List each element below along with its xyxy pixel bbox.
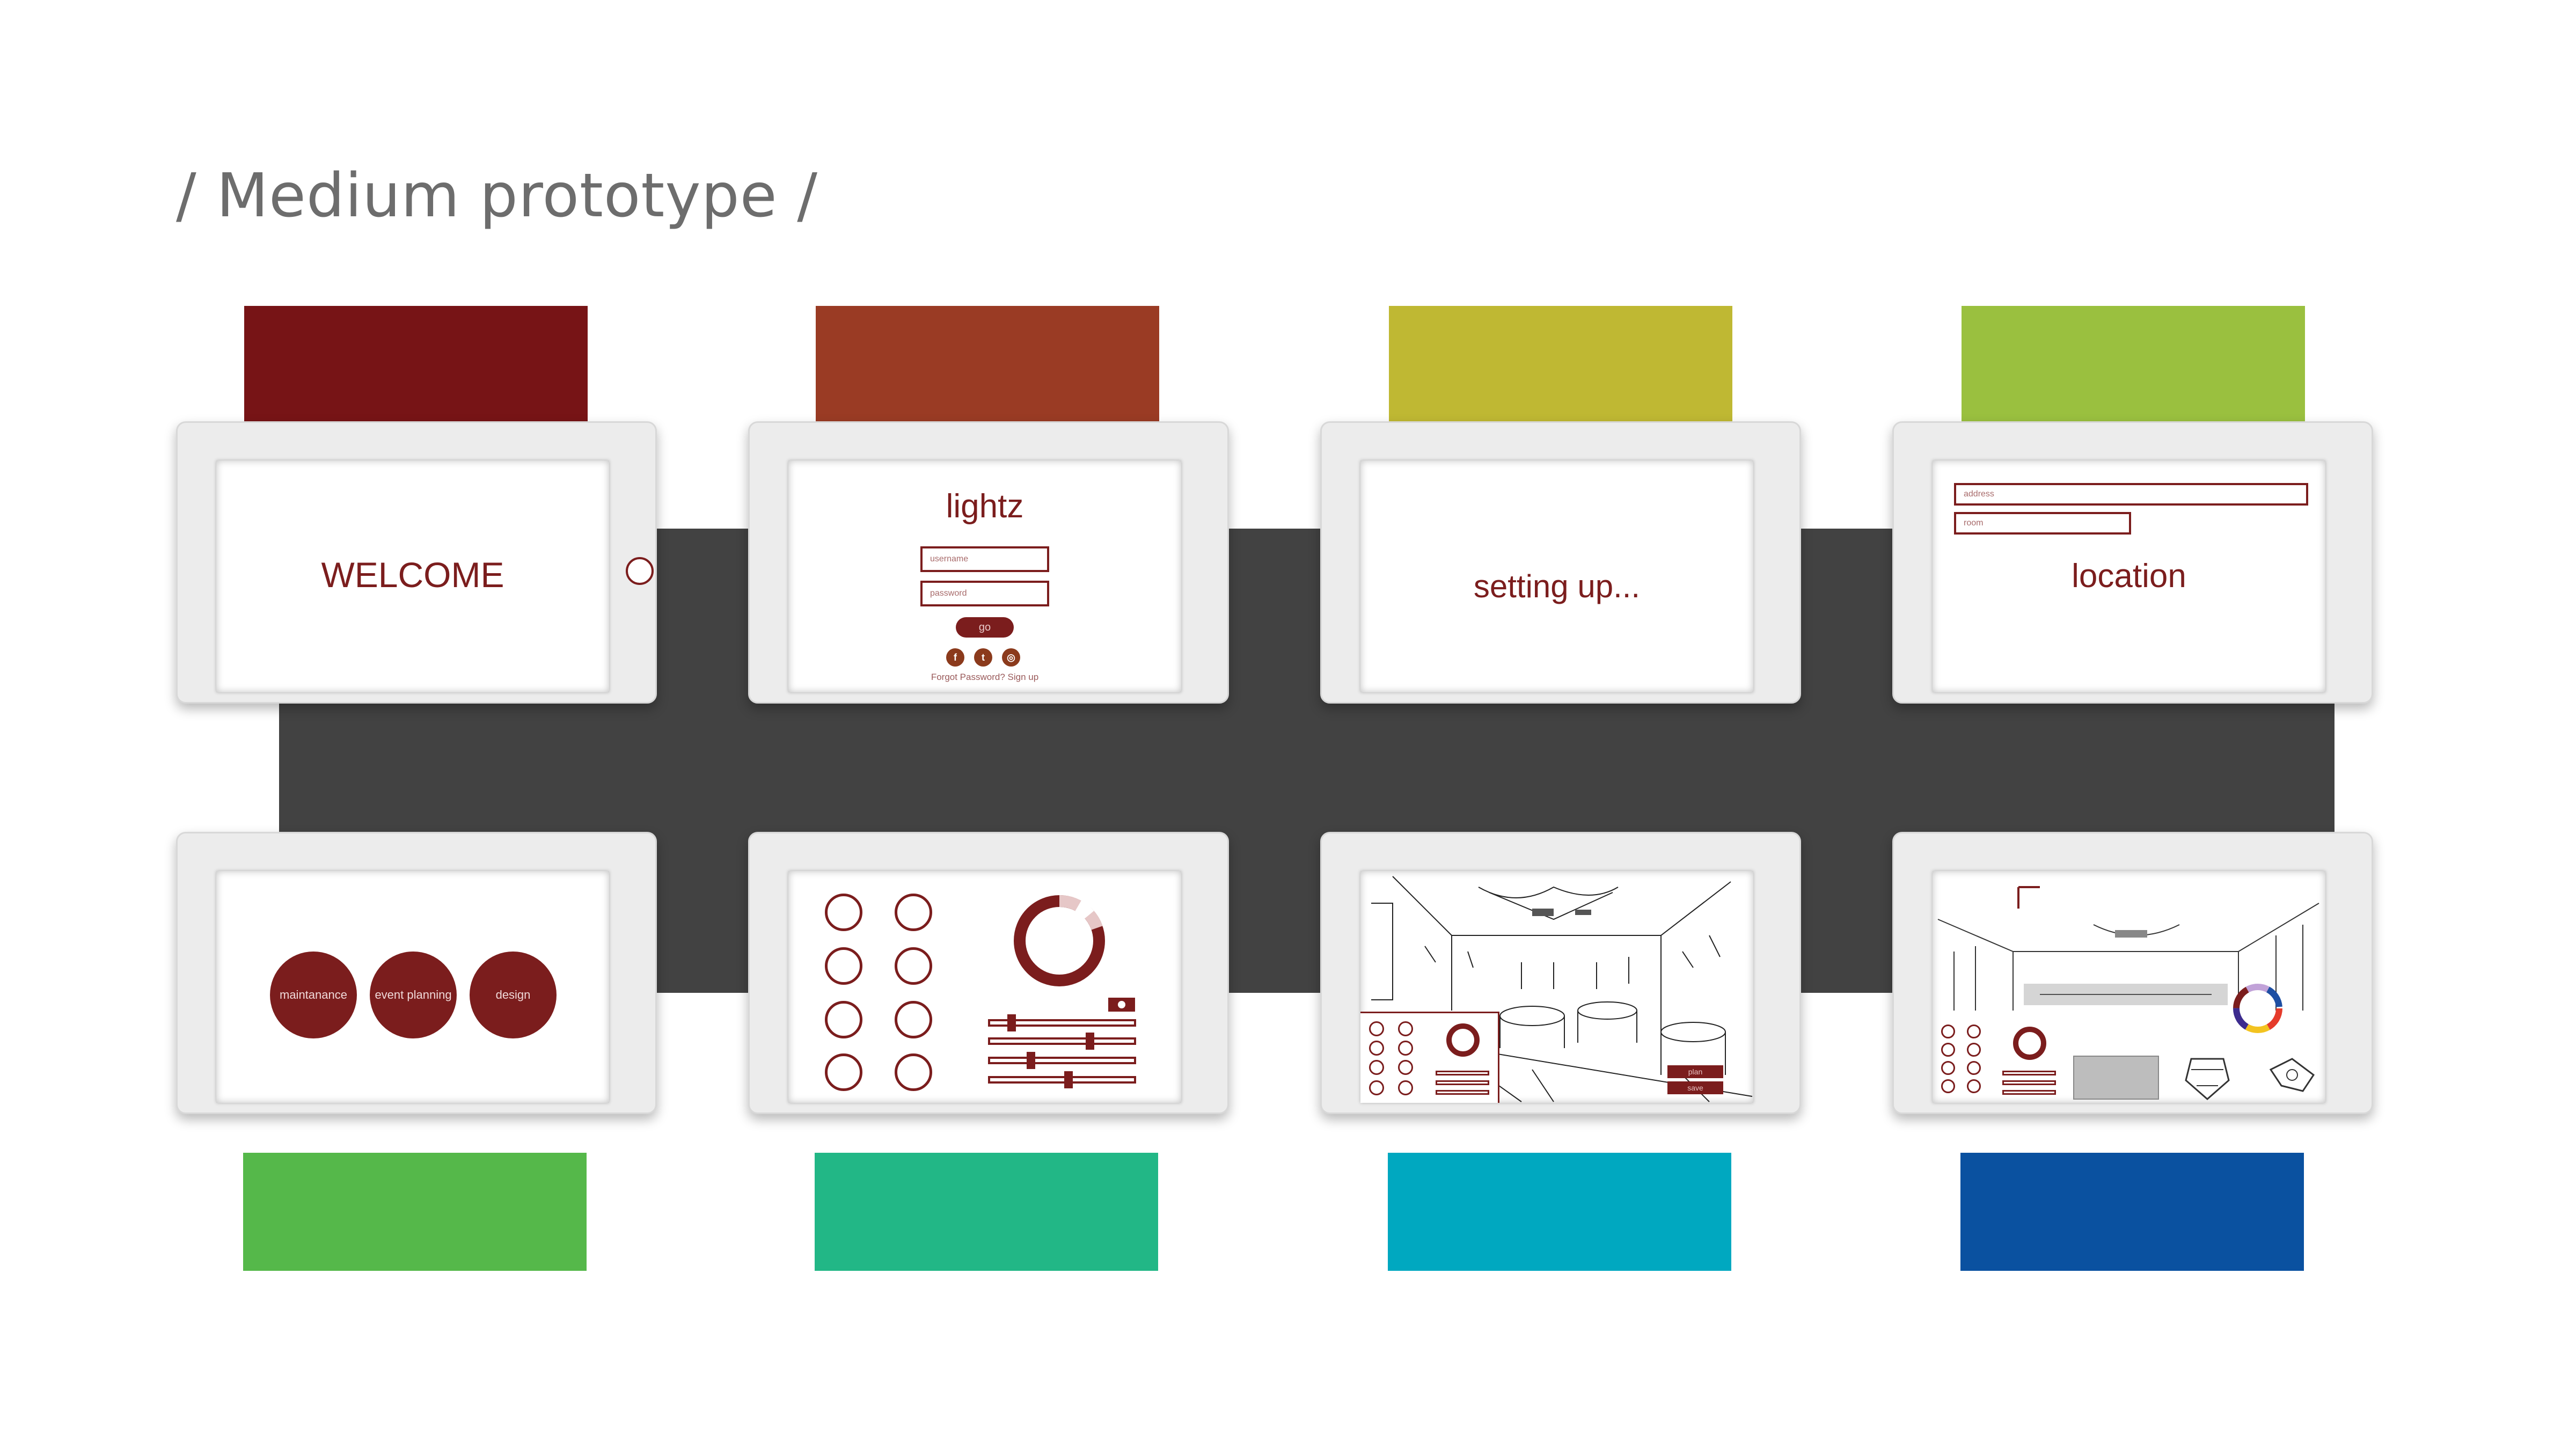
twitter-icon[interactable]: t bbox=[974, 648, 992, 667]
power-toggle[interactable] bbox=[1108, 998, 1135, 1012]
tablet-setup: setting up... bbox=[1320, 421, 1801, 704]
address-field[interactable]: address bbox=[1954, 483, 2308, 506]
forgot-signup-link[interactable]: Forgot Password? Sign up bbox=[788, 672, 1181, 683]
color-tab-8 bbox=[1960, 1153, 2304, 1271]
username-field[interactable]: username bbox=[920, 546, 1049, 572]
light-button-3[interactable] bbox=[825, 947, 862, 985]
slider-1-knob[interactable] bbox=[1007, 1014, 1016, 1031]
planner-light-1[interactable] bbox=[1369, 1021, 1384, 1036]
color-tab-5 bbox=[243, 1153, 587, 1271]
light-button-6[interactable] bbox=[895, 1001, 932, 1038]
tablet-welcome: WELCOME bbox=[176, 421, 657, 704]
fixture-thumbnail-1[interactable] bbox=[2073, 1056, 2159, 1100]
designer-light-1[interactable] bbox=[1941, 1024, 1955, 1038]
tablet-login: lightz username password go f t ◎ Forgot… bbox=[748, 421, 1229, 704]
slider-1[interactable] bbox=[988, 1014, 1136, 1031]
planner-light-7[interactable] bbox=[1369, 1080, 1384, 1095]
color-tab-7 bbox=[1388, 1153, 1731, 1271]
tablet-designer bbox=[1892, 832, 2373, 1114]
planner-slider-2[interactable] bbox=[1436, 1080, 1489, 1085]
design-button[interactable]: design bbox=[470, 952, 557, 1038]
designer-slider-2[interactable] bbox=[2002, 1080, 2056, 1085]
username-placeholder: username bbox=[930, 554, 969, 564]
slider-4[interactable] bbox=[988, 1071, 1136, 1088]
designer-dial[interactable] bbox=[2013, 1027, 2046, 1060]
screen-welcome: WELCOME bbox=[216, 460, 609, 692]
page-title: / Medium prototype / bbox=[176, 161, 818, 231]
brightness-dial[interactable] bbox=[1011, 892, 1108, 989]
planner-light-8[interactable] bbox=[1398, 1080, 1413, 1095]
password-placeholder: password bbox=[930, 589, 967, 598]
setup-status: setting up... bbox=[1473, 568, 1641, 604]
event-planning-button[interactable]: event planning bbox=[370, 952, 457, 1038]
planner-slider-3[interactable] bbox=[1436, 1090, 1489, 1095]
designer-light-7[interactable] bbox=[1941, 1079, 1955, 1093]
light-button-8[interactable] bbox=[895, 1053, 932, 1091]
facebook-icon[interactable]: f bbox=[946, 648, 964, 667]
home-button[interactable] bbox=[626, 557, 654, 585]
slider-2-knob[interactable] bbox=[1086, 1033, 1094, 1050]
slider-2[interactable] bbox=[988, 1033, 1136, 1050]
planner-light-4[interactable] bbox=[1398, 1041, 1413, 1056]
tablet-planner: plan save bbox=[1320, 832, 1801, 1114]
password-field[interactable]: password bbox=[920, 581, 1049, 606]
fixture-thumbnail-2[interactable] bbox=[2180, 1048, 2234, 1102]
plan-button[interactable]: plan bbox=[1667, 1065, 1723, 1078]
instagram-icon[interactable]: ◎ bbox=[1002, 648, 1020, 667]
planner-light-2[interactable] bbox=[1398, 1021, 1413, 1036]
screen-location: address room location bbox=[1933, 460, 2325, 692]
go-button[interactable]: go bbox=[956, 617, 1014, 638]
designer-slider-1[interactable] bbox=[2002, 1071, 2056, 1075]
designer-light-5[interactable] bbox=[1941, 1061, 1955, 1075]
tablet-location: address room location bbox=[1892, 421, 2373, 704]
planner-light-6[interactable] bbox=[1398, 1060, 1413, 1075]
planner-light-3[interactable] bbox=[1369, 1041, 1384, 1056]
slider-4-knob[interactable] bbox=[1064, 1071, 1073, 1088]
color-tab-2 bbox=[816, 306, 1159, 424]
maintenance-button[interactable]: maintanance bbox=[270, 952, 357, 1038]
light-button-5[interactable] bbox=[825, 1001, 862, 1038]
screen-controls bbox=[788, 871, 1181, 1103]
designer-slider-3[interactable] bbox=[2002, 1090, 2056, 1095]
slider-3[interactable] bbox=[988, 1052, 1136, 1069]
designer-light-2[interactable] bbox=[1967, 1024, 1981, 1038]
room-placeholder: room bbox=[1964, 518, 1984, 528]
screen-setup: setting up... bbox=[1360, 460, 1753, 692]
tablet-menu: maintanance event planning design bbox=[176, 832, 657, 1114]
planner-dial[interactable] bbox=[1446, 1023, 1480, 1057]
light-button-4[interactable] bbox=[895, 947, 932, 985]
address-placeholder: address bbox=[1964, 489, 1994, 499]
designer-light-3[interactable] bbox=[1941, 1043, 1955, 1057]
save-button[interactable]: save bbox=[1667, 1081, 1723, 1094]
designer-light-4[interactable] bbox=[1967, 1043, 1981, 1057]
color-wheel[interactable] bbox=[2230, 980, 2286, 1036]
planner-light-5[interactable] bbox=[1369, 1060, 1384, 1075]
welcome-heading: WELCOME bbox=[321, 555, 504, 595]
planner-slider-1[interactable] bbox=[1436, 1071, 1489, 1075]
color-tab-1 bbox=[244, 306, 588, 424]
color-tab-6 bbox=[815, 1153, 1158, 1271]
screen-menu: maintanance event planning design bbox=[216, 871, 609, 1103]
screen-login: lightz username password go f t ◎ Forgot… bbox=[788, 460, 1181, 692]
slider-3-knob[interactable] bbox=[1027, 1052, 1035, 1069]
light-button-1[interactable] bbox=[825, 894, 862, 931]
toggle-dot bbox=[1118, 1001, 1125, 1008]
designer-light-6[interactable] bbox=[1967, 1061, 1981, 1075]
room-field[interactable]: room bbox=[1954, 512, 2131, 535]
screen-designer bbox=[1933, 871, 2325, 1103]
light-button-2[interactable] bbox=[895, 894, 932, 931]
fixture-thumbnail-3[interactable] bbox=[2265, 1053, 2319, 1102]
designer-light-8[interactable] bbox=[1967, 1079, 1981, 1093]
screen-planner: plan save bbox=[1360, 871, 1753, 1103]
color-tab-4 bbox=[1962, 306, 2305, 424]
tablet-controls bbox=[748, 832, 1229, 1114]
color-tab-3 bbox=[1389, 306, 1732, 424]
location-heading: location bbox=[2072, 558, 2186, 595]
app-name: lightz bbox=[946, 488, 1024, 525]
light-button-7[interactable] bbox=[825, 1053, 862, 1091]
